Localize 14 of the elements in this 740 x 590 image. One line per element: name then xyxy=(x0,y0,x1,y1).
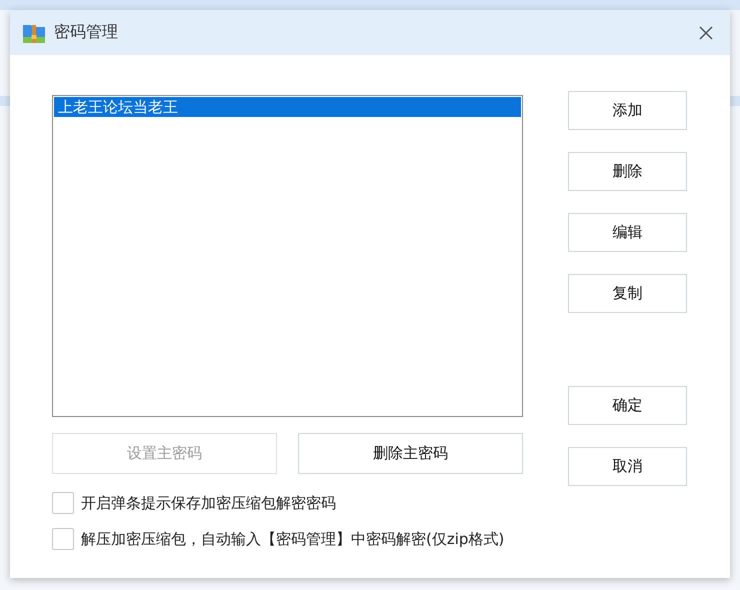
option-label: 解压加密压缩包，自动输入【密码管理】中密码解密(仅zip格式) xyxy=(81,530,504,548)
action-button[interactable]: 删除 xyxy=(568,152,687,191)
option-label: 开启弹条提示保存加密压缩包解密密码 xyxy=(81,494,336,512)
action-button[interactable]: 复制 xyxy=(568,274,687,313)
checkbox[interactable] xyxy=(52,528,74,550)
list-item[interactable]: 上老王论坛当老王 xyxy=(54,97,521,117)
dialog-button[interactable]: 取消 xyxy=(568,447,687,486)
dialog-button[interactable]: 确定 xyxy=(568,386,687,425)
window-title: 密码管理 xyxy=(54,22,119,43)
close-icon[interactable] xyxy=(698,24,714,40)
action-button[interactable]: 编辑 xyxy=(568,213,687,252)
checkbox[interactable] xyxy=(52,492,74,514)
master-password-button[interactable]: 删除主密码 xyxy=(298,433,523,474)
action-button[interactable]: 添加 xyxy=(568,91,687,130)
